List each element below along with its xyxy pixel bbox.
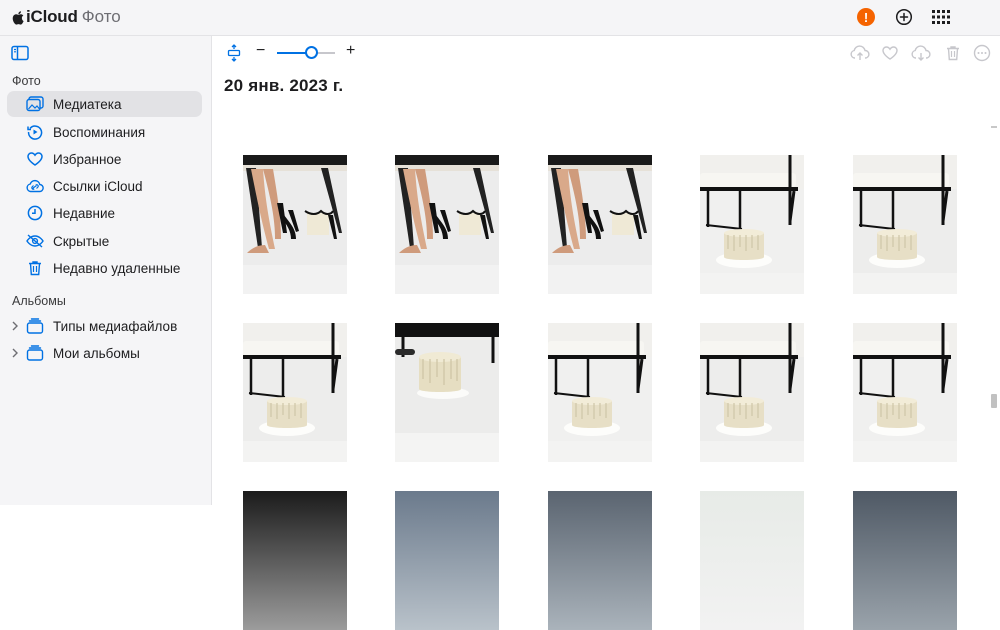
library-icon [26,95,44,113]
sidebar-item-hidden[interactable]: Скрытые [7,228,202,254]
stack-icon [26,344,44,362]
scrollbar-track-top [991,126,997,128]
photo-thumbnail[interactable] [700,491,804,630]
sidebar-item-label: Воспоминания [53,124,146,140]
scrollbar-thumb[interactable] [991,394,997,408]
zoom-out-button[interactable]: − [256,42,265,60]
photo-thumbnail[interactable] [853,323,957,462]
sidebar-item-label: Медиатека [53,96,122,112]
sidebar-item-favorites[interactable]: Избранное [7,146,202,172]
sidebar-item-label: Ссылки iCloud [53,178,143,194]
chevron-right-icon[interactable] [11,348,19,358]
photo-image [548,491,652,630]
clock-icon [26,204,44,222]
photo-thumbnail[interactable] [243,155,347,294]
photo-image [243,323,347,462]
sidebar-item-label: Избранное [53,151,122,167]
hidden-eye-icon [26,232,44,250]
add-icon[interactable] [894,7,914,27]
sidebar: Фото Медиатека Воспоминания Избранное Сс… [0,36,212,505]
brand-photos-text: Фото [81,7,121,26]
date-heading: 20 янв. 2023 г. [224,76,344,95]
section-photos-heading: Фото [12,74,41,88]
photo-image [548,155,652,294]
photo-image [243,155,347,294]
photo-thumbnail[interactable] [548,155,652,294]
photo-image [853,491,957,630]
chevron-right-icon[interactable] [11,321,19,331]
photo-image [700,491,804,630]
main-content: − + 20 янв. 2023 г. [213,36,1000,630]
sidebar-item-label: Недавние [53,205,116,221]
scrollbar[interactable] [991,126,997,408]
sidebar-item-media-types[interactable]: Типы медиафайлов [7,313,202,339]
download-icon[interactable] [911,44,931,62]
photo-thumbnail[interactable] [395,491,499,630]
photo-thumbnail[interactable] [700,155,804,294]
zoom-in-button[interactable]: + [346,42,355,60]
alert-icon[interactable]: ! [857,8,875,26]
section-albums-heading: Альбомы [12,294,66,308]
sidebar-item-label: Недавно удаленные [53,260,181,276]
photo-thumbnail[interactable] [700,323,804,462]
delete-icon[interactable] [943,44,963,62]
photo-image [395,323,499,462]
photo-thumbnail[interactable] [853,155,957,294]
photo-toolbar: − + [213,36,1000,70]
sidebar-item-library[interactable]: Медиатека [7,91,202,117]
sidebar-item-my-albums[interactable]: Мои альбомы [7,340,202,366]
photo-thumbnail[interactable] [395,323,499,462]
photo-image [395,491,499,630]
photo-thumbnail[interactable] [548,491,652,630]
photo-image [700,155,804,294]
photo-image [243,491,347,630]
favorite-icon[interactable] [880,44,900,62]
upload-icon[interactable] [850,44,870,62]
icloud-links-icon [26,177,44,195]
sidebar-item-label: Типы медиафайлов [53,318,178,334]
sidebar-item-recently-deleted[interactable]: Недавно удаленные [7,255,202,281]
stack-icon [26,317,44,335]
apple-logo-icon [12,10,24,25]
sidebar-item-memories[interactable]: Воспоминания [7,119,202,145]
photo-thumbnail[interactable] [243,323,347,462]
brand-icloud-text: iCloud [26,7,78,26]
zoom-slider[interactable] [277,46,335,59]
photo-thumbnail[interactable] [395,155,499,294]
sidebar-item-icloud-links[interactable]: Ссылки iCloud [7,173,202,199]
photo-image [853,323,957,462]
photo-image [700,323,804,462]
zoom-slider-thumb[interactable] [305,46,319,59]
photo-image [548,323,652,462]
aspect-toggle-icon[interactable] [224,44,244,62]
more-options-icon[interactable] [972,44,992,62]
photo-image [395,155,499,294]
photo-thumbnail[interactable] [243,491,347,630]
sidebar-item-label: Скрытые [53,233,110,249]
top-bar: iCloud Фото ! [0,0,1000,36]
sidebar-item-recents[interactable]: Недавние [7,200,202,226]
heart-icon [26,150,44,168]
photo-thumbnail[interactable] [853,491,957,630]
memories-icon [26,123,44,141]
sidebar-toggle-icon[interactable] [11,45,29,61]
app-grid-icon[interactable] [931,7,951,27]
photo-thumbnail[interactable] [548,323,652,462]
sidebar-item-label: Мои альбомы [53,345,140,361]
photo-image [853,155,957,294]
trash-icon [26,259,44,277]
app-brand[interactable]: iCloud Фото [12,7,121,27]
